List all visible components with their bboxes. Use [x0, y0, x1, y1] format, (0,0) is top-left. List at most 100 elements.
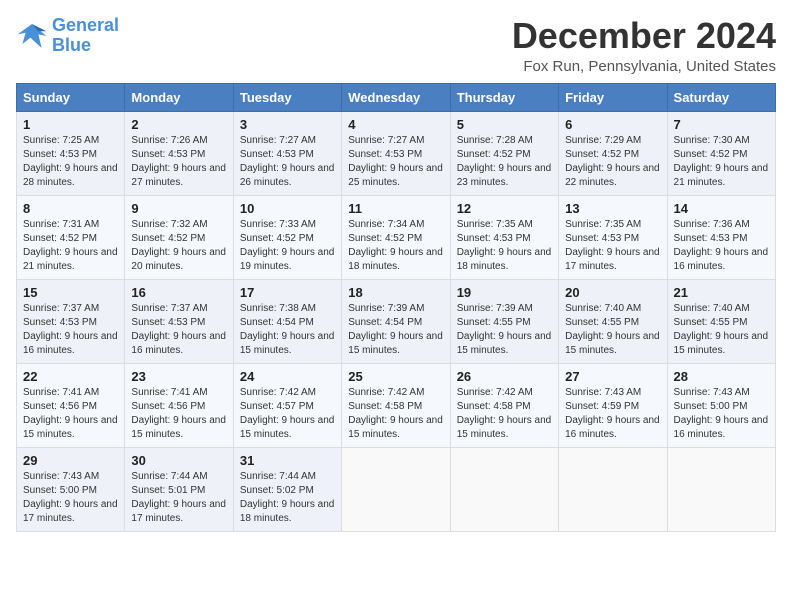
calendar-cell: 23Sunrise: 7:41 AM Sunset: 4:56 PM Dayli… — [125, 363, 233, 447]
header: General Blue December 2024 Fox Run, Penn… — [16, 16, 776, 75]
calendar-cell: 22 Sunrise: 7:41 AM Sunset: 4:56 PM Dayli… — [17, 363, 125, 447]
day-info: Sunrise: 7:28 AM Sunset: 4:52 PM Dayligh… — [457, 134, 552, 190]
day-number: 13 — [565, 201, 660, 216]
day-number: 6 — [565, 117, 660, 132]
calendar-cell: 27 Sunrise: 7:43 AM Sunset: 4:59 PM Dayli… — [559, 363, 667, 447]
day-info: Sunrise: 7:27 AM Sunset: 4:53 PM Dayligh… — [240, 134, 335, 190]
day-number: 11 — [348, 201, 443, 216]
day-number: 25 — [348, 369, 443, 384]
day-info: Sunrise: 7:42 AM Sunset: 4:57 PM Dayligh… — [240, 386, 335, 442]
day-number: 21 — [674, 285, 769, 300]
day-number: 2 — [131, 117, 226, 132]
day-info: Sunrise: 7:26 AM Sunset: 4:53 PM Dayligh… — [131, 134, 226, 190]
day-info: Sunrise: 7:42 AM Sunset: 4:58 PM Dayligh… — [348, 386, 443, 442]
calendar-week: 1Sunrise: 7:25 AM Sunset: 4:53 PM Daylig… — [17, 111, 776, 195]
day-info: Sunrise: 7:43 AM Sunset: 5:00 PM Dayligh… — [674, 386, 769, 442]
month-title: December 2024 — [512, 16, 776, 56]
day-number: 30 — [131, 453, 226, 468]
day-info: Sunrise: 7:44 AM Sunset: 5:01 PM Dayligh… — [131, 470, 226, 526]
day-info: Sunrise: 7:29 AM Sunset: 4:52 PM Dayligh… — [565, 134, 660, 190]
day-number: 1 — [23, 117, 118, 132]
day-number: 28 — [674, 369, 769, 384]
day-number: 22 — [23, 369, 118, 384]
day-info: Sunrise: 7:37 AM Sunset: 4:53 PM Dayligh… — [131, 302, 226, 358]
calendar-cell: 20Sunrise: 7:40 AM Sunset: 4:55 PM Dayli… — [559, 279, 667, 363]
calendar-cell: 29 Sunrise: 7:43 AM Sunset: 5:00 PM Dayli… — [17, 447, 125, 531]
calendar-cell: 15Sunrise: 7:37 AM Sunset: 4:53 PM Dayli… — [17, 279, 125, 363]
day-number: 14 — [674, 201, 769, 216]
day-info: Sunrise: 7:36 AM Sunset: 4:53 PM Dayligh… — [674, 218, 769, 274]
weekday-header: Monday — [125, 83, 233, 111]
calendar-cell: 26Sunrise: 7:42 AM Sunset: 4:58 PM Dayli… — [450, 363, 558, 447]
calendar-cell — [667, 447, 775, 531]
calendar-cell: 31Sunrise: 7:44 AM Sunset: 5:02 PM Dayli… — [233, 447, 341, 531]
calendar-week: 8 Sunrise: 7:31 AM Sunset: 4:52 PM Daylig… — [17, 195, 776, 279]
day-info: Sunrise: 7:42 AM Sunset: 4:58 PM Dayligh… — [457, 386, 552, 442]
day-info: Sunrise: 7:35 AM Sunset: 4:53 PM Dayligh… — [457, 218, 552, 274]
day-info: Sunrise: 7:40 AM Sunset: 4:55 PM Dayligh… — [674, 302, 769, 358]
calendar-cell: 17 Sunrise: 7:38 AM Sunset: 4:54 PM Dayli… — [233, 279, 341, 363]
weekday-header: Thursday — [450, 83, 558, 111]
day-number: 12 — [457, 201, 552, 216]
calendar-cell: 2 Sunrise: 7:26 AM Sunset: 4:53 PM Daylig… — [125, 111, 233, 195]
calendar-cell — [559, 447, 667, 531]
day-number: 19 — [457, 285, 552, 300]
day-number: 16 — [131, 285, 226, 300]
day-number: 20 — [565, 285, 660, 300]
calendar-cell: 13 Sunrise: 7:35 AM Sunset: 4:53 PM Dayli… — [559, 195, 667, 279]
calendar-cell: 14 Sunrise: 7:36 AM Sunset: 4:53 PM Dayli… — [667, 195, 775, 279]
day-number: 31 — [240, 453, 335, 468]
day-number: 23 — [131, 369, 226, 384]
day-number: 10 — [240, 201, 335, 216]
day-number: 9 — [131, 201, 226, 216]
calendar-cell — [450, 447, 558, 531]
calendar-cell: 4 Sunrise: 7:27 AM Sunset: 4:53 PM Daylig… — [342, 111, 450, 195]
calendar-cell: 18 Sunrise: 7:39 AM Sunset: 4:54 PM Dayli… — [342, 279, 450, 363]
weekday-header: Friday — [559, 83, 667, 111]
calendar-week: 15Sunrise: 7:37 AM Sunset: 4:53 PM Dayli… — [17, 279, 776, 363]
day-info: Sunrise: 7:43 AM Sunset: 5:00 PM Dayligh… — [23, 470, 118, 526]
day-number: 5 — [457, 117, 552, 132]
calendar-cell: 9 Sunrise: 7:32 AM Sunset: 4:52 PM Daylig… — [125, 195, 233, 279]
day-info: Sunrise: 7:35 AM Sunset: 4:53 PM Dayligh… — [565, 218, 660, 274]
day-info: Sunrise: 7:31 AM Sunset: 4:52 PM Dayligh… — [23, 218, 118, 274]
day-number: 18 — [348, 285, 443, 300]
day-number: 4 — [348, 117, 443, 132]
calendar-cell: 8 Sunrise: 7:31 AM Sunset: 4:52 PM Daylig… — [17, 195, 125, 279]
day-number: 29 — [23, 453, 118, 468]
calendar-cell: 7 Sunrise: 7:30 AM Sunset: 4:52 PM Daylig… — [667, 111, 775, 195]
location: Fox Run, Pennsylvania, United States — [512, 58, 776, 75]
day-info: Sunrise: 7:41 AM Sunset: 4:56 PM Dayligh… — [23, 386, 118, 442]
weekday-header: Sunday — [17, 83, 125, 111]
calendar-cell: 21 Sunrise: 7:40 AM Sunset: 4:55 PM Dayli… — [667, 279, 775, 363]
title-area: December 2024 Fox Run, Pennsylvania, Uni… — [512, 16, 776, 75]
calendar-body: 1Sunrise: 7:25 AM Sunset: 4:53 PM Daylig… — [17, 111, 776, 531]
day-number: 8 — [23, 201, 118, 216]
calendar-cell: 25 Sunrise: 7:42 AM Sunset: 4:58 PM Dayli… — [342, 363, 450, 447]
day-info: Sunrise: 7:38 AM Sunset: 4:54 PM Dayligh… — [240, 302, 335, 358]
calendar-week: 22 Sunrise: 7:41 AM Sunset: 4:56 PM Dayli… — [17, 363, 776, 447]
day-info: Sunrise: 7:30 AM Sunset: 4:52 PM Dayligh… — [674, 134, 769, 190]
day-info: Sunrise: 7:34 AM Sunset: 4:52 PM Dayligh… — [348, 218, 443, 274]
weekday-header: Wednesday — [342, 83, 450, 111]
day-info: Sunrise: 7:33 AM Sunset: 4:52 PM Dayligh… — [240, 218, 335, 274]
day-number: 24 — [240, 369, 335, 384]
day-number: 7 — [674, 117, 769, 132]
calendar-cell: 5 Sunrise: 7:28 AM Sunset: 4:52 PM Daylig… — [450, 111, 558, 195]
day-number: 17 — [240, 285, 335, 300]
day-number: 27 — [565, 369, 660, 384]
calendar-cell: 1Sunrise: 7:25 AM Sunset: 4:53 PM Daylig… — [17, 111, 125, 195]
day-info: Sunrise: 7:32 AM Sunset: 4:52 PM Dayligh… — [131, 218, 226, 274]
day-info: Sunrise: 7:39 AM Sunset: 4:54 PM Dayligh… — [348, 302, 443, 358]
calendar-cell: 12 Sunrise: 7:35 AM Sunset: 4:53 PM Dayli… — [450, 195, 558, 279]
logo-text: General Blue — [52, 16, 119, 56]
calendar-cell: 24 Sunrise: 7:42 AM Sunset: 4:57 PM Dayli… — [233, 363, 341, 447]
day-info: Sunrise: 7:43 AM Sunset: 4:59 PM Dayligh… — [565, 386, 660, 442]
calendar-cell: 11 Sunrise: 7:34 AM Sunset: 4:52 PM Dayli… — [342, 195, 450, 279]
calendar-week: 29 Sunrise: 7:43 AM Sunset: 5:00 PM Dayli… — [17, 447, 776, 531]
day-number: 3 — [240, 117, 335, 132]
calendar-header: SundayMondayTuesdayWednesdayThursdayFrid… — [17, 83, 776, 111]
calendar-cell: 16 Sunrise: 7:37 AM Sunset: 4:53 PM Dayli… — [125, 279, 233, 363]
calendar: SundayMondayTuesdayWednesdayThursdayFrid… — [16, 83, 776, 532]
day-info: Sunrise: 7:27 AM Sunset: 4:53 PM Dayligh… — [348, 134, 443, 190]
